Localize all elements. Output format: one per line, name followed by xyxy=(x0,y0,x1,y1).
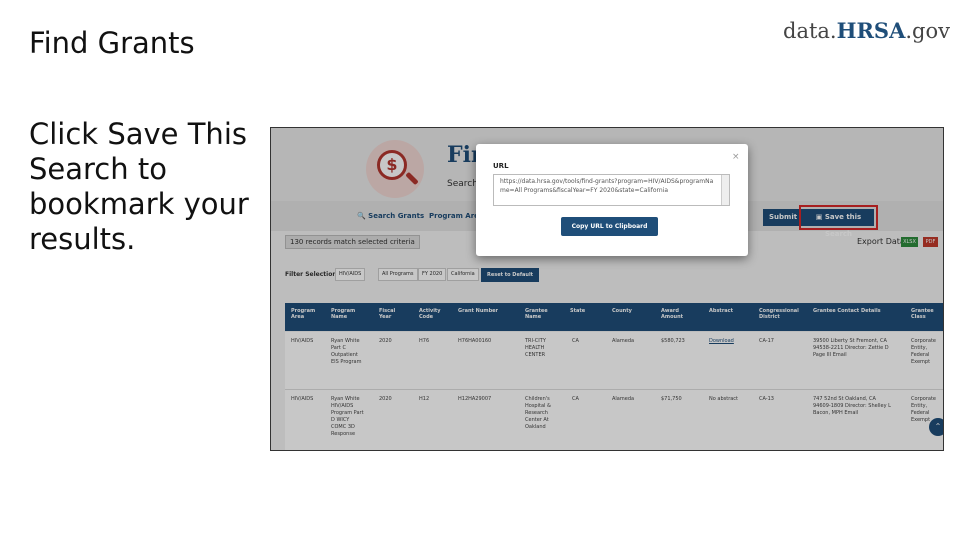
logo-brand: HRSA xyxy=(836,18,906,43)
modal-close-icon[interactable]: × xyxy=(732,152,740,162)
logo-prefix: data. xyxy=(783,19,837,43)
url-modal: × URL https://data.hrsa.gov/tools/find-g… xyxy=(476,144,748,256)
slide-body-text: Click Save This Search to bookmark your … xyxy=(29,117,249,256)
screenshot-panel: $ Fin Search 🔍 Search Grants Program Are… xyxy=(270,127,944,451)
hrsa-logo[interactable]: data.HRSA.gov xyxy=(783,18,950,43)
url-scrollbar[interactable] xyxy=(721,175,729,205)
logo-suffix: .gov xyxy=(905,19,950,43)
slide-title: Find Grants xyxy=(29,26,195,60)
url-textarea[interactable]: https://data.hrsa.gov/tools/find-grants?… xyxy=(493,174,730,206)
copy-url-button[interactable]: Copy URL to Clipboard xyxy=(561,217,658,236)
url-label: URL xyxy=(493,162,509,170)
